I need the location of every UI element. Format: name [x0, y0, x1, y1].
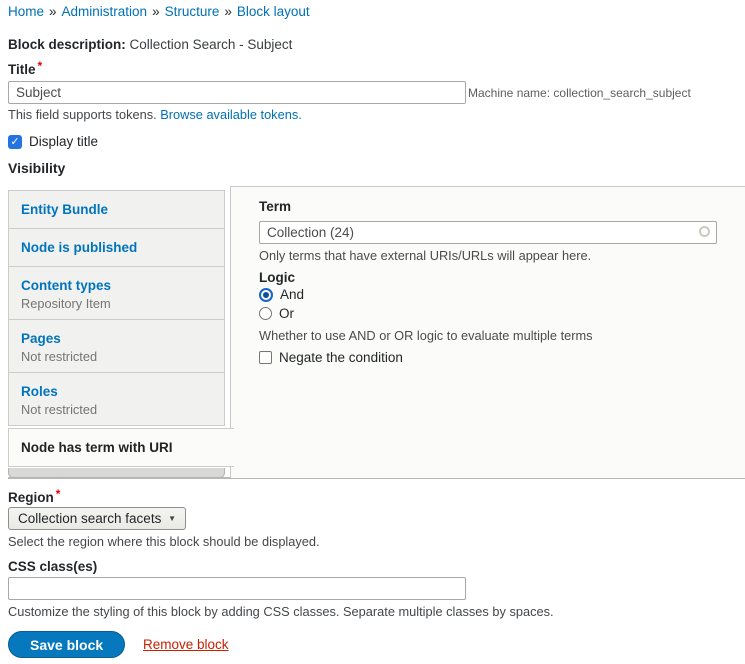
breadcrumb-separator: »	[152, 4, 160, 19]
tab-entity-bundle[interactable]: Entity Bundle	[8, 190, 225, 229]
tab-label: Roles	[21, 382, 212, 401]
block-description-label: Block description:	[8, 37, 126, 52]
chevron-down-icon: ▼	[168, 514, 176, 523]
tab-label: Pages	[21, 329, 212, 348]
negate-condition-label: Negate the condition	[279, 350, 403, 365]
tab-summary: Repository Item	[21, 295, 212, 312]
title-help-text: This field supports tokens. Browse avail…	[8, 107, 302, 122]
title-input[interactable]	[8, 81, 466, 104]
logic-help-text: Whether to use AND or OR logic to evalua…	[259, 328, 593, 343]
breadcrumb-separator: »	[224, 4, 232, 19]
machine-name-value: collection_search_subject	[553, 86, 690, 100]
breadcrumb-link-block-layout[interactable]: Block layout	[237, 4, 310, 19]
region-selected-option: Collection search facets	[18, 511, 161, 526]
logic-or-radio[interactable]	[259, 307, 272, 320]
tab-node-has-term-with-uri[interactable]: Node has term with URI	[8, 428, 234, 467]
css-classes-input[interactable]	[8, 577, 466, 600]
term-help-text: Only terms that have external URIs/URLs …	[259, 248, 591, 263]
machine-name-label: Machine name:	[468, 86, 550, 100]
block-description: Block description: Collection Search - S…	[8, 37, 292, 52]
tab-summary: Not restricted	[21, 348, 212, 365]
logic-label: Logic	[259, 270, 295, 285]
remove-block-link[interactable]: Remove block	[143, 637, 229, 652]
css-classes-help-text: Customize the styling of this block by a…	[8, 604, 554, 619]
breadcrumb-separator: »	[49, 4, 57, 19]
css-classes-label: CSS class(es)	[8, 559, 97, 574]
breadcrumb-link-home[interactable]: Home	[8, 4, 44, 19]
logic-or-label: Or	[279, 306, 294, 321]
term-input-wrap	[259, 221, 717, 244]
display-title-checkbox[interactable]: ✓	[8, 135, 22, 149]
term-autocomplete-input[interactable]	[259, 221, 717, 244]
required-marker: *	[56, 487, 61, 501]
display-title-label: Display title	[29, 134, 98, 149]
term-label: Term	[259, 199, 291, 214]
display-title-row: ✓ Display title	[8, 134, 98, 149]
tab-pages[interactable]: Pages Not restricted	[8, 319, 225, 373]
region-label: Region*	[8, 490, 60, 505]
required-marker: *	[38, 59, 43, 73]
tab-label: Node is published	[21, 238, 212, 257]
tab-content-types[interactable]: Content types Repository Item	[8, 266, 225, 320]
breadcrumb-link-administration[interactable]: Administration	[62, 4, 148, 19]
title-label-text: Title	[8, 62, 36, 77]
negate-condition-checkbox[interactable]	[259, 351, 272, 364]
logic-and-row: And	[259, 287, 304, 302]
visibility-vertical-tabs: Term Only terms that have external URIs/…	[8, 180, 745, 480]
tab-label: Entity Bundle	[21, 200, 212, 219]
title-help-static: This field supports tokens.	[8, 107, 160, 122]
tab-label: Node has term with URI	[21, 438, 222, 457]
machine-name: Machine name: collection_search_subject	[468, 86, 691, 100]
visibility-tabs-overflow-strip	[8, 468, 225, 478]
tab-node-is-published[interactable]: Node is published	[8, 228, 225, 267]
block-description-value: Collection Search - Subject	[130, 37, 293, 52]
tab-label: Content types	[21, 276, 212, 295]
logic-or-row: Or	[259, 306, 294, 321]
title-label: Title*	[8, 62, 42, 77]
browse-tokens-link[interactable]: Browse available tokens.	[160, 107, 302, 122]
tab-summary: Not restricted	[21, 401, 212, 418]
breadcrumb-link-structure[interactable]: Structure	[165, 4, 220, 19]
region-label-text: Region	[8, 490, 54, 505]
visibility-tab-pane: Term Only terms that have external URIs/…	[230, 186, 745, 478]
breadcrumb: Home » Administration » Structure » Block layo…	[8, 4, 310, 19]
tab-roles[interactable]: Roles Not restricted	[8, 372, 225, 426]
region-select[interactable]: Collection search facets ▼	[8, 507, 186, 530]
save-block-button[interactable]: Save block	[8, 631, 125, 658]
visibility-tabs-menu: Entity Bundle Node is published Content …	[8, 190, 225, 467]
region-help-text: Select the region where this block shoul…	[8, 534, 320, 549]
visibility-heading: Visibility	[8, 160, 65, 176]
autocomplete-throbber-icon	[699, 226, 710, 237]
negate-condition-row: Negate the condition	[259, 350, 403, 365]
logic-and-radio[interactable]	[259, 288, 273, 302]
logic-and-label: And	[280, 287, 304, 302]
